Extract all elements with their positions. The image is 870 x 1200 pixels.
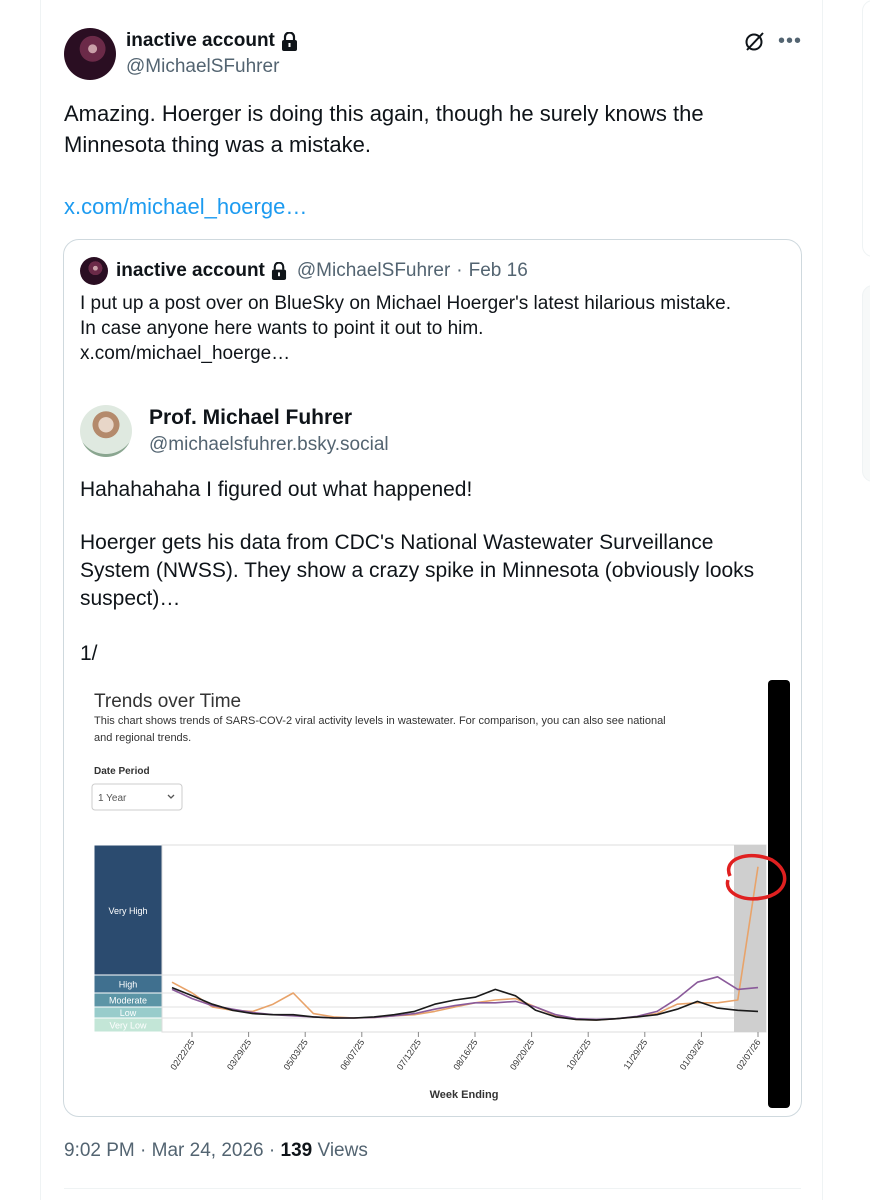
- sidebar-card[interactable]: [862, 0, 870, 257]
- views-label: Views: [317, 1140, 368, 1161]
- quoted-text-line: In case anyone here wants to point it ou…: [80, 318, 484, 339]
- recent-data-shade: [734, 845, 766, 1032]
- x-tick-label: 08/16/25: [451, 1037, 479, 1071]
- bsky-line: Hoerger gets his data from CDC's Nationa…: [80, 531, 714, 554]
- lock-icon: [271, 262, 286, 280]
- x-tick-label: 07/12/25: [395, 1037, 423, 1071]
- x-tick-label: 02/07/26: [734, 1037, 762, 1071]
- x-tick-label: 02/22/25: [168, 1037, 196, 1071]
- bsky-paragraph: Hahahahaha I figured out what happened!: [80, 478, 473, 501]
- level-label: Very High: [108, 906, 147, 916]
- tweet-meta: 9:02 PM · Mar 24, 2026 · 139 Views: [64, 1140, 368, 1162]
- quoted-tweet-header: inactive account @MichaelSFuhrer · Feb 1…: [116, 260, 528, 282]
- x-tick-label: 03/29/25: [225, 1037, 253, 1071]
- level-label: Moderate: [109, 996, 147, 1006]
- divider: [64, 1188, 801, 1189]
- separator-dot: ·: [140, 1140, 147, 1161]
- lock-icon: [281, 31, 297, 51]
- x-tick-label: 01/03/26: [678, 1037, 706, 1071]
- x-tick-label: 06/07/25: [338, 1037, 366, 1071]
- chart-title: Trends over Time: [94, 691, 241, 712]
- level-label: Low: [120, 1008, 137, 1018]
- bsky-author-name: Prof. Michael Fuhrer: [149, 406, 353, 429]
- bsky-author-handle: @michaelsfuhrer.bsky.social: [149, 434, 389, 455]
- quoted-text-link[interactable]: x.com/michael_hoerge…: [80, 341, 780, 366]
- separator-dot: ·: [456, 260, 463, 281]
- separator-dot: ·: [268, 1140, 276, 1161]
- bsky-paragraph: Hoerger gets his data from CDC's Nationa…: [80, 529, 800, 613]
- x-tick-label: 05/03/25: [282, 1037, 310, 1071]
- bsky-author-avatar: [80, 405, 132, 457]
- views-count: 139: [280, 1140, 313, 1161]
- column-divider-left: [40, 0, 41, 1200]
- sidebar-card[interactable]: [862, 285, 870, 482]
- tweet-date[interactable]: Mar 24, 2026: [152, 1140, 264, 1161]
- bsky-line: System (NWSS). They show a crazy spike i…: [80, 559, 755, 582]
- tweet-time[interactable]: 9:02 PM: [64, 1140, 135, 1161]
- chart-subtitle-line: This chart shows trends of SARS-COV-2 vi…: [94, 715, 666, 727]
- quoted-text-line: I put up a post over on BlueSky on Micha…: [80, 293, 732, 314]
- author-display-name[interactable]: inactive account: [126, 30, 275, 52]
- quoted-tweet-date[interactable]: Feb 16: [469, 260, 528, 282]
- date-period-value: 1 Year: [98, 793, 127, 804]
- tweet-text: Amazing. Hoerger is doing this again, th…: [64, 98, 804, 160]
- author-handle[interactable]: @MichaelSFuhrer: [126, 56, 279, 78]
- chart-subtitle-line: and regional trends.: [94, 732, 191, 744]
- bsky-paragraph: 1/: [80, 642, 98, 665]
- grok-icon[interactable]: [744, 30, 766, 52]
- quoted-author-avatar[interactable]: [80, 257, 108, 285]
- quoted-tweet-card[interactable]: inactive account @MichaelSFuhrer · Feb 1…: [63, 239, 802, 1117]
- tweet-link[interactable]: x.com/michael_hoerge…: [64, 194, 307, 220]
- x-tick-label: 11/29/25: [622, 1037, 650, 1071]
- x-tick-label: 10/25/25: [565, 1037, 593, 1071]
- x-axis-label: Week Ending: [430, 1089, 499, 1101]
- bsky-line: suspect)…: [80, 587, 181, 610]
- quoted-author-handle[interactable]: @MichaelSFuhrer: [297, 260, 450, 282]
- date-period-label: Date Period: [94, 766, 150, 777]
- tweet-text-line: Amazing. Hoerger is doing this again, th…: [64, 101, 704, 126]
- author-avatar[interactable]: [64, 28, 116, 80]
- wastewater-chart-image: Trends over Time This chart shows trends…: [82, 680, 790, 1108]
- level-label: Very Low: [109, 1021, 147, 1031]
- author-name-row[interactable]: inactive account: [126, 30, 298, 52]
- quoted-tweet-text: I put up a post over on BlueSky on Micha…: [80, 291, 780, 366]
- level-label: High: [119, 980, 138, 990]
- column-divider-right: [822, 0, 823, 1200]
- tweet-text-line: Minnesota thing was a mistake.: [64, 132, 371, 157]
- chart-svg: Trends over Time This chart shows trends…: [91, 680, 790, 1108]
- x-tick-label: 09/20/25: [508, 1037, 536, 1071]
- quoted-author-name[interactable]: inactive account: [116, 260, 265, 282]
- more-icon[interactable]: •••: [778, 30, 802, 53]
